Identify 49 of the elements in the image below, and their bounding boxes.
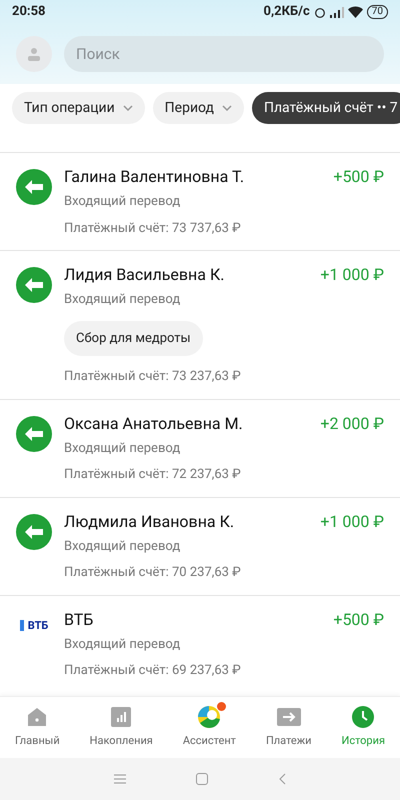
nav-tab[interactable]: Платежи — [266, 705, 312, 750]
person-icon — [27, 47, 41, 61]
amount: +500 ₽ — [333, 166, 384, 188]
search-field[interactable]: Поиск — [64, 36, 384, 72]
nav-tab[interactable]: История — [341, 705, 385, 750]
avatar[interactable] — [16, 36, 52, 72]
status-time: 20:58 — [12, 3, 46, 22]
filter-chip[interactable]: Период — [152, 92, 244, 124]
home-square-icon[interactable] — [196, 773, 208, 785]
back-icon[interactable] — [278, 773, 286, 785]
account-balance: Платёжный счёт: 69 237,63 ₽ — [64, 662, 242, 680]
amount: +1 000 ₽ — [320, 264, 384, 286]
amount: +1 000 ₽ — [320, 510, 384, 532]
message-bubble: Сбор для медроты — [64, 320, 203, 356]
chevron-down-icon — [122, 105, 133, 111]
account-balance: Платёжный счёт: 70 237,63 ₽ — [64, 564, 242, 582]
nav-tab[interactable]: Главный — [14, 705, 60, 750]
clock-icon — [352, 706, 374, 728]
alarm-icon — [314, 6, 326, 18]
wifi-icon — [348, 6, 363, 18]
transaction-type: Входящий перевод — [64, 291, 182, 309]
transaction-type: Входящий перевод — [64, 440, 182, 458]
nav-tab[interactable]: Ассистент — [182, 705, 236, 750]
signal-icon — [330, 6, 344, 18]
arrow-right-icon — [276, 708, 301, 726]
bar-chart-icon — [111, 707, 132, 728]
account-balance: Платёжный счёт: 73 237,63 ₽ — [64, 368, 242, 386]
transaction-type: Входящий перевод — [64, 636, 182, 654]
sender-name: Лидия Васильевна К. — [64, 264, 224, 286]
account-balance: Платёжный счёт: 72 237,63 ₽ — [64, 466, 242, 484]
nav-tab[interactable]: Накопления — [90, 705, 153, 750]
home-icon — [26, 706, 48, 728]
amount: +2 000 ₽ — [320, 412, 384, 434]
filter-chip[interactable]: Платёжный счёт •• 7 — [252, 92, 400, 124]
transaction-type: Входящий перевод — [64, 538, 182, 556]
filter-chip[interactable]: Тип операции — [12, 92, 145, 124]
bank-logo: ВТБ — [20, 620, 48, 630]
menu-icon[interactable] — [114, 774, 126, 784]
sender-name: Галина Валентиновна Т. — [64, 166, 244, 188]
assistant-icon — [197, 705, 222, 730]
network-speed: 0,2КБ/с — [263, 3, 310, 22]
account-balance: Платёжный счёт: 73 737,63 ₽ — [64, 220, 242, 238]
sender-name: Оксана Анатольевна М. — [64, 412, 243, 434]
sender-name: ВТБ — [64, 608, 94, 630]
battery-indicator: 70 — [366, 5, 388, 19]
amount: +500 ₽ — [333, 608, 384, 630]
transaction-type: Входящий перевод — [64, 193, 182, 211]
sender-name: Людмила Ивановна К. — [64, 510, 234, 532]
chevron-down-icon — [222, 105, 232, 111]
